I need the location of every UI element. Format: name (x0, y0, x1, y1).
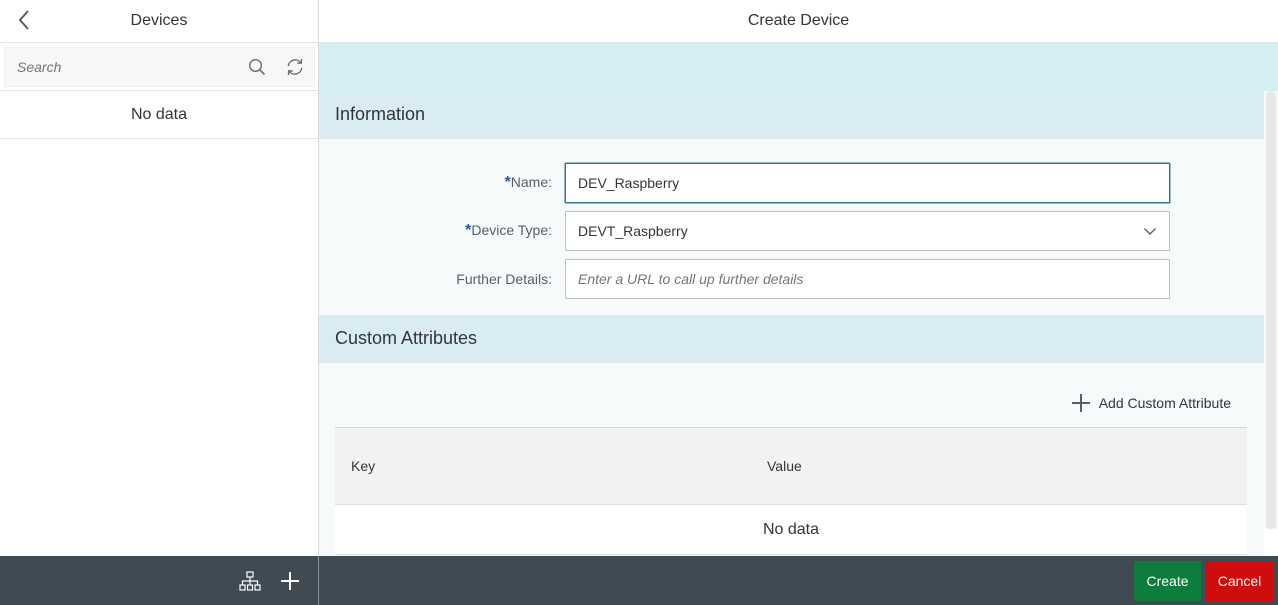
further-details-row: Further Details: (319, 255, 1264, 303)
add-device-button[interactable] (270, 561, 310, 601)
vertical-scrollbar[interactable] (1264, 91, 1278, 529)
hierarchy-button[interactable] (230, 561, 270, 601)
search-icon (248, 58, 266, 75)
name-row: *Name: (319, 159, 1264, 207)
column-header-value: Value (767, 458, 802, 474)
table-no-data: No data (335, 505, 1247, 555)
chevron-down-icon (1144, 228, 1156, 235)
master-title: Devices (130, 12, 188, 29)
table-header: Key Value (335, 428, 1247, 505)
create-button[interactable]: Create (1134, 560, 1201, 601)
plus-icon (1071, 394, 1090, 412)
back-button[interactable] (10, 6, 38, 34)
name-label: *Name: (504, 174, 552, 191)
create-device-detail-pane: Create Device Information *Name: *Device… (319, 0, 1278, 605)
further-details-input[interactable] (578, 271, 1169, 287)
further-details-field (565, 259, 1170, 299)
name-input[interactable] (578, 175, 1169, 191)
header-band (319, 43, 1278, 91)
information-form: *Name: *Device Type: DEVT_Raspberry Furt… (319, 139, 1264, 315)
devices-master-pane: Devices No data (0, 0, 319, 605)
refresh-icon (287, 58, 303, 75)
master-header: Devices (0, 0, 318, 43)
device-type-value: DEVT_Raspberry (578, 223, 688, 239)
custom-attributes-toolbar: Add Custom Attribute (319, 363, 1264, 427)
hierarchy-icon (239, 570, 261, 591)
add-custom-attribute-button[interactable]: Add Custom Attribute (1071, 393, 1231, 413)
master-no-data: No data (0, 91, 318, 139)
add-custom-attribute-label: Add Custom Attribute (1098, 395, 1231, 411)
custom-attributes-section-title: Custom Attributes (319, 315, 1264, 363)
search-input[interactable] (17, 58, 238, 75)
custom-attributes-table: Key Value No data (335, 427, 1247, 555)
search-bar (0, 43, 318, 91)
information-section-title: Information (319, 91, 1264, 139)
cancel-button[interactable]: Cancel (1205, 560, 1274, 601)
master-footer (0, 556, 319, 605)
detail-footer: Create Cancel (319, 556, 1278, 605)
back-chevron-icon (18, 10, 29, 30)
scrollbar-thumb[interactable] (1266, 91, 1276, 529)
refresh-button[interactable] (276, 48, 314, 86)
further-details-label: Further Details: (456, 271, 552, 287)
device-type-row: *Device Type: DEVT_Raspberry (319, 207, 1264, 255)
column-header-key: Key (351, 458, 376, 474)
device-type-label: *Device Type: (465, 222, 552, 239)
name-field (565, 163, 1170, 203)
plus-icon (281, 571, 299, 590)
search-button[interactable] (238, 48, 276, 86)
device-type-select[interactable]: DEVT_Raspberry (565, 211, 1170, 251)
detail-content: Information *Name: *Device Type: DEVT_Ra… (319, 91, 1264, 556)
detail-title: Create Device (319, 0, 1278, 43)
search-field (4, 46, 315, 87)
